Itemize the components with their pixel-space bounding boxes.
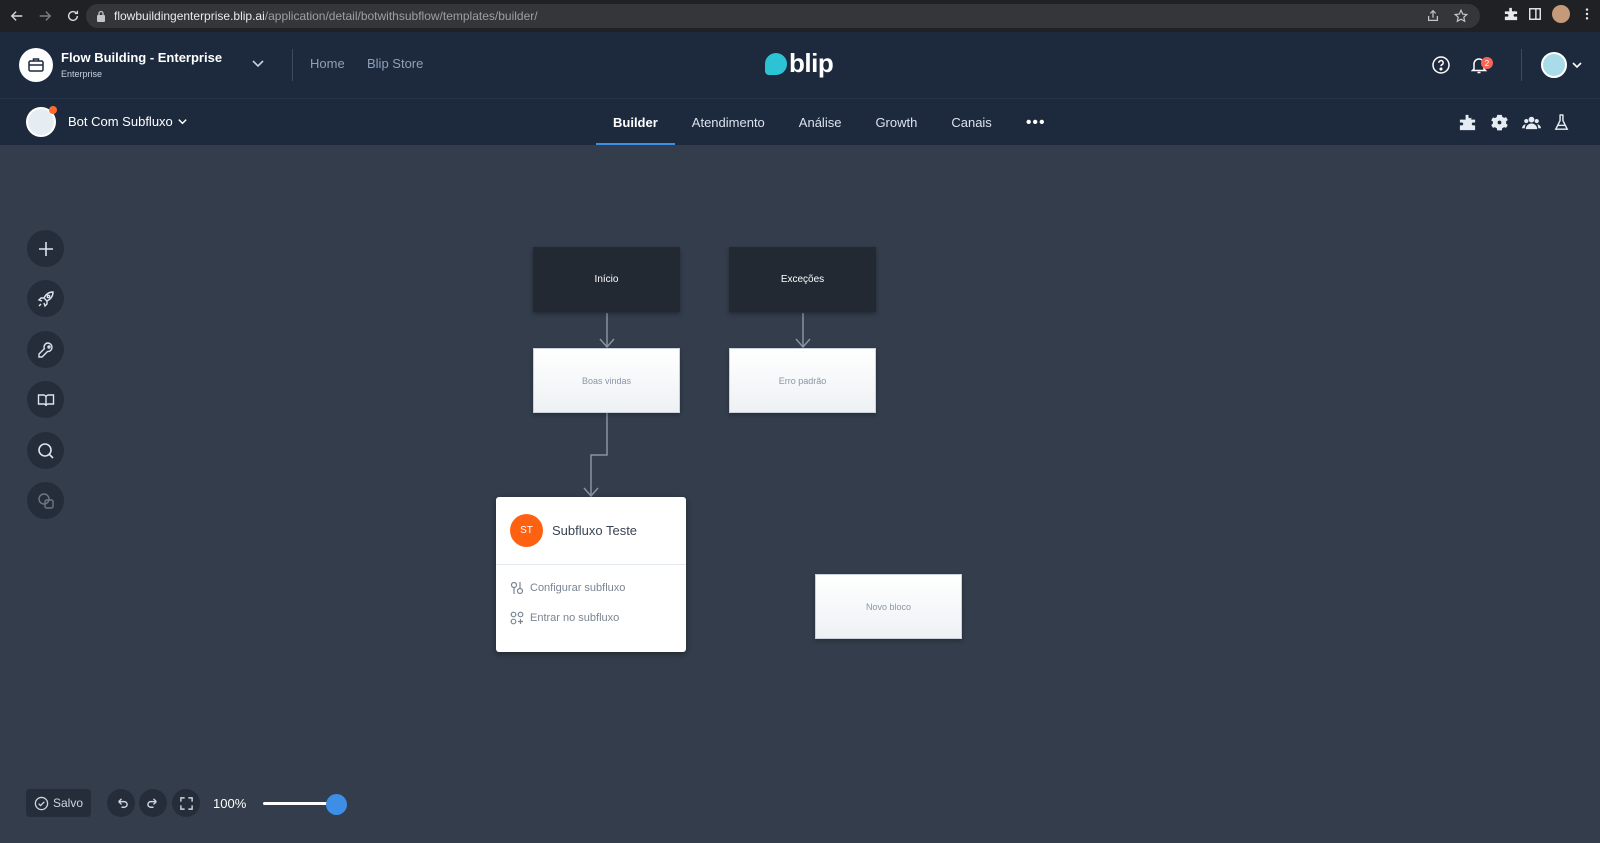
url-host: flowbuildingenterprise.blip.ai <box>114 9 265 23</box>
settings-sliders-icon <box>510 581 524 595</box>
side-panel-icon[interactable] <box>1528 7 1542 21</box>
tools-button[interactable] <box>27 331 64 368</box>
chevron-down-icon[interactable] <box>251 56 265 70</box>
undo-button[interactable] <box>107 789 135 817</box>
subflow-title: Subfluxo Teste <box>552 523 638 538</box>
block-novo-bloco[interactable]: Novo bloco <box>815 574 962 639</box>
redo-button[interactable] <box>139 789 167 817</box>
user-avatar[interactable] <box>1541 52 1567 78</box>
bot-status-dot <box>49 106 57 114</box>
configure-subflow-button[interactable]: Configurar subfluxo <box>496 573 686 603</box>
flask-icon[interactable] <box>1552 113 1571 132</box>
copy-blocks-button[interactable] <box>27 482 64 519</box>
reload-icon[interactable] <box>62 5 84 27</box>
chevron-down-icon <box>178 119 187 125</box>
subflow-avatar: ST <box>510 514 543 547</box>
gear-icon[interactable] <box>1490 113 1509 132</box>
check-circle-icon <box>34 796 49 810</box>
tab-atendimento[interactable]: Atendimento <box>675 99 782 146</box>
forward-icon[interactable] <box>34 5 56 27</box>
rocket-icon <box>37 290 54 307</box>
tab-canais[interactable]: Canais <box>934 99 1008 146</box>
nav-link-blip-store[interactable]: Blip Store <box>367 56 423 71</box>
enter-subflow-button[interactable]: Entrar no subfluxo <box>496 603 686 633</box>
share-icon[interactable] <box>1426 9 1440 23</box>
plus-icon <box>38 241 53 256</box>
undo-icon <box>117 797 128 808</box>
header-divider <box>1521 49 1522 81</box>
org-briefcase-icon[interactable] <box>19 48 53 82</box>
org-name[interactable]: Flow Building - Enterprise <box>61 50 222 65</box>
docs-button[interactable] <box>27 381 64 418</box>
puzzle-icon[interactable] <box>1458 113 1477 132</box>
address-bar[interactable]: flowbuildingenterprise.blip.ai/applicati… <box>86 4 1480 28</box>
grid-add-icon <box>510 611 524 625</box>
zoom-level: 100% <box>213 796 247 811</box>
nav-link-home[interactable]: Home <box>310 56 345 71</box>
notification-badge: 2 <box>1481 57 1493 69</box>
help-icon[interactable] <box>1431 55 1451 75</box>
extensions-icon[interactable] <box>1504 7 1518 21</box>
blip-logo[interactable]: blip <box>765 48 834 79</box>
browser-profile-avatar[interactable] <box>1552 5 1570 23</box>
browser-menu-icon[interactable] <box>1580 7 1594 21</box>
org-plan: Enterprise <box>61 69 103 79</box>
fullscreen-icon <box>179 796 193 810</box>
more-tabs-icon[interactable]: ••• <box>1009 99 1063 146</box>
url-path: /application/detail/botwithsubflow/templ… <box>264 9 538 23</box>
block-inicio[interactable]: Início <box>533 247 680 312</box>
app-header: Flow Building - Enterprise Enterprise Ho… <box>0 32 1600 98</box>
team-icon[interactable] <box>1522 113 1541 132</box>
tab-analise[interactable]: Análise <box>782 99 859 146</box>
blip-bubble-icon <box>765 52 787 75</box>
fullscreen-button[interactable] <box>172 789 200 817</box>
search-icon <box>37 442 54 459</box>
block-excecoes[interactable]: Exceções <box>729 247 876 312</box>
browser-toolbar: flowbuildingenterprise.blip.ai/applicati… <box>0 0 1600 32</box>
save-status: Salvo <box>26 789 91 817</box>
block-erro-padrao[interactable]: Erro padrão <box>729 348 876 413</box>
block-boas-vindas[interactable]: Boas vindas <box>533 348 680 413</box>
search-button[interactable] <box>27 432 64 469</box>
bot-name: Bot Com Subfluxo <box>68 114 173 129</box>
main-tabs: Builder Atendimento Análise Growth Canai… <box>596 99 1063 146</box>
header-divider <box>292 49 293 81</box>
tab-builder[interactable]: Builder <box>596 99 675 146</box>
add-block-button[interactable] <box>27 230 64 267</box>
subflow-block[interactable]: ST Subfluxo Teste Configurar subfluxo En… <box>496 497 686 652</box>
chevron-down-icon[interactable] <box>1571 59 1583 71</box>
connector-boas-vindas-subfluxo <box>590 413 608 495</box>
copy-icon <box>37 492 54 509</box>
redo-icon <box>146 797 157 808</box>
launch-button[interactable] <box>27 280 64 317</box>
back-icon[interactable] <box>6 5 28 27</box>
subflow-header: ST Subfluxo Teste <box>496 497 686 565</box>
bot-selector[interactable]: Bot Com Subfluxo <box>68 114 188 129</box>
bookmark-star-icon[interactable] <box>1454 9 1468 23</box>
lock-icon <box>97 10 105 22</box>
wrench-icon <box>37 341 53 358</box>
tab-growth[interactable]: Growth <box>858 99 934 146</box>
bot-subheader: Bot Com Subfluxo Builder Atendimento Aná… <box>0 98 1600 146</box>
zoom-slider-thumb[interactable] <box>326 794 347 815</box>
book-icon <box>37 393 54 406</box>
